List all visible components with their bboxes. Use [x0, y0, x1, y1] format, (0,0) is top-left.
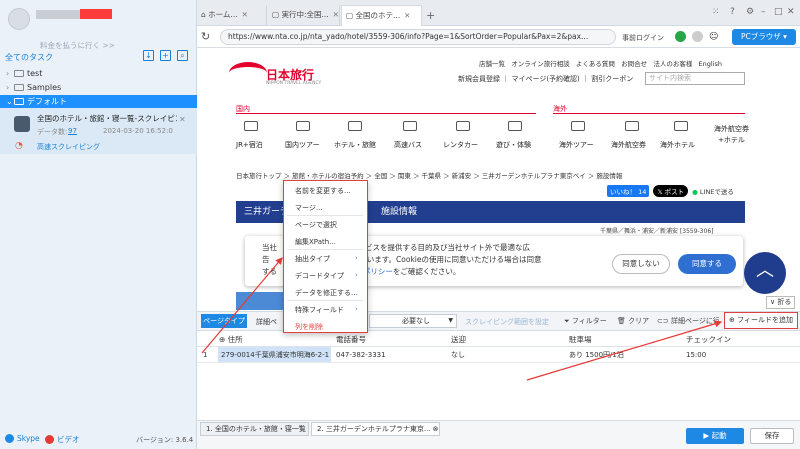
arrow-to-menu — [201, 257, 283, 354]
annotation-arrows — [201, 257, 723, 381]
arrow-to-add-field — [526, 320, 723, 381]
